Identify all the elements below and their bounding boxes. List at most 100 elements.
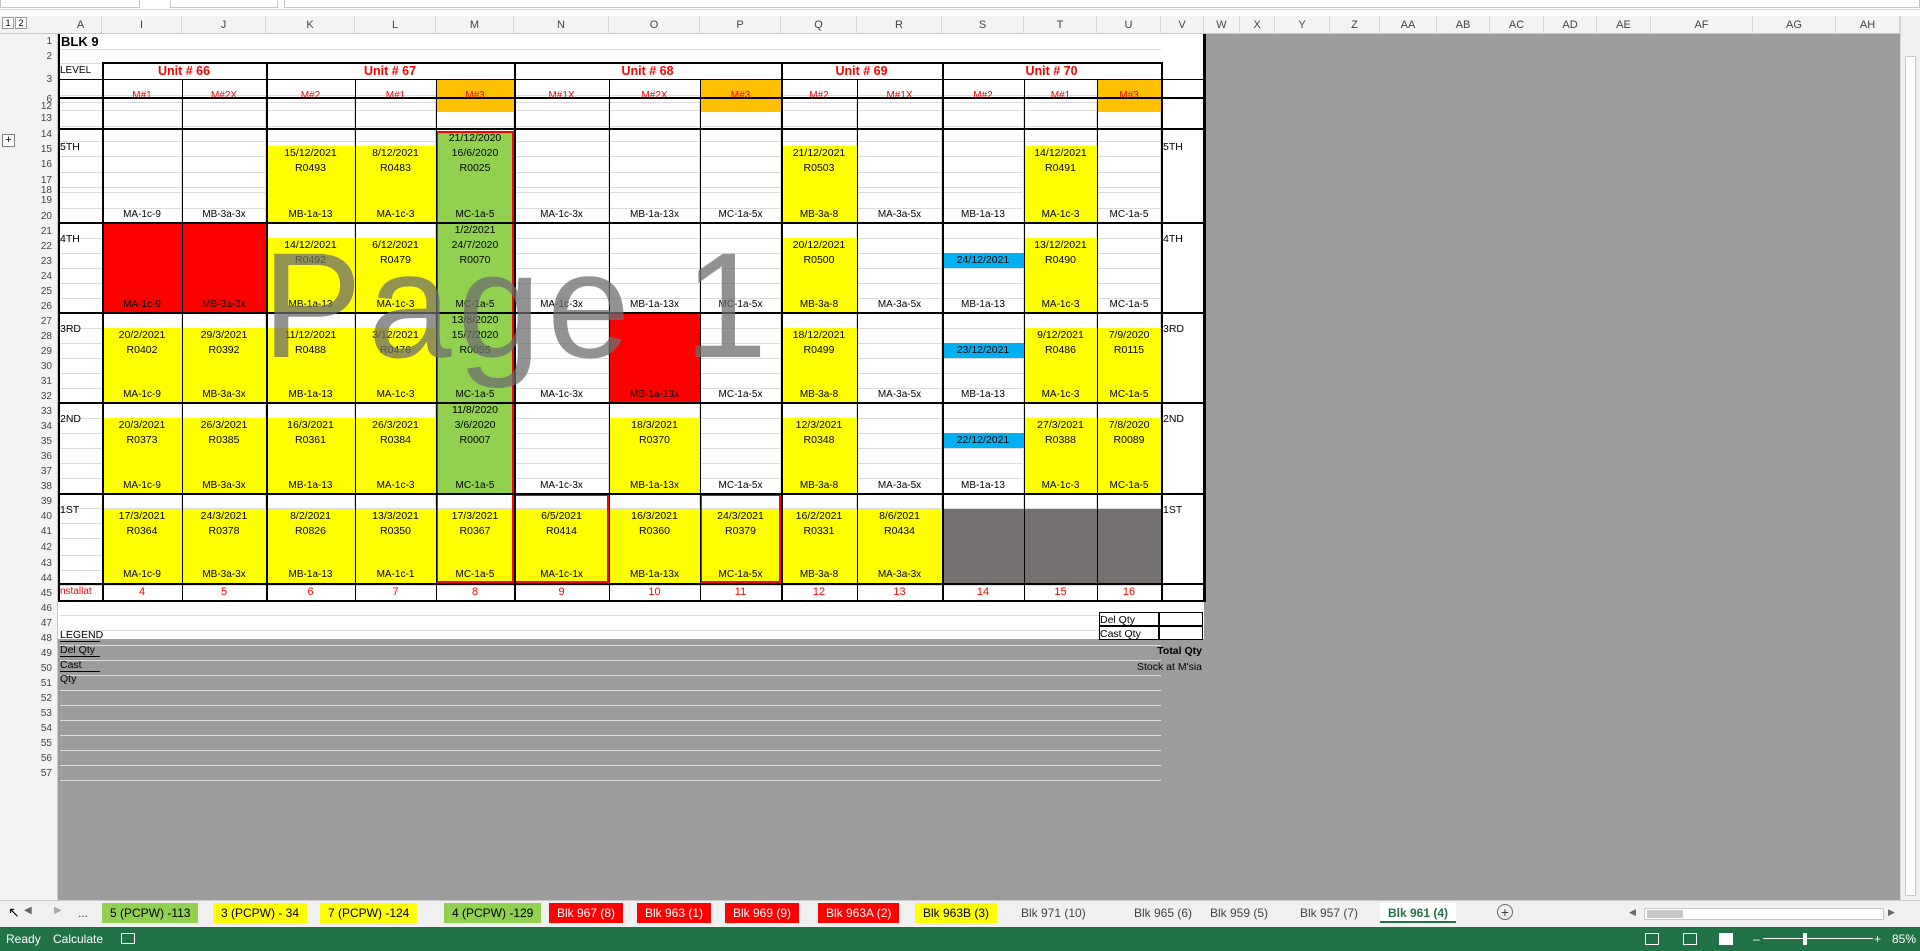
mold-code[interactable]: MB-1a-13 [942, 479, 1024, 493]
row-header[interactable]: 22 [14, 239, 58, 254]
cell-entry[interactable]: 9/12/2021 [1024, 328, 1097, 343]
sheet-tab[interactable]: Blk 971 (10) [1013, 903, 1094, 923]
column-header[interactable]: N [514, 16, 609, 34]
cell-entry[interactable]: 13/3/2021 [355, 509, 436, 524]
cell-entry[interactable]: 8/12/2021 [355, 146, 436, 161]
row-header[interactable]: 42 [14, 539, 58, 556]
mold-code[interactable]: MA-1c-3 [1024, 388, 1097, 402]
column-header[interactable]: AD [1544, 16, 1597, 34]
mold-code[interactable]: MA-1c-3x [514, 208, 609, 222]
row-header[interactable]: 38 [14, 479, 58, 494]
page-break-view-icon[interactable] [1719, 933, 1733, 945]
macro-record-icon[interactable] [121, 933, 135, 944]
row-header[interactable]: 31 [14, 374, 58, 389]
sheet-tab[interactable]: Blk 963B (3) [915, 903, 998, 923]
mold-code[interactable]: MB-3a-8 [781, 568, 857, 582]
row-header[interactable]: 1 [14, 34, 58, 50]
sheet-tab[interactable]: Blk 965 (6) [1126, 903, 1200, 923]
cell-entry[interactable]: R0373 [102, 433, 182, 448]
horizontal-scrollbar[interactable] [1644, 908, 1884, 920]
sheet-tab[interactable]: Blk 959 (5) [1202, 903, 1276, 923]
mold-code[interactable]: MA-1c-3 [355, 208, 436, 222]
mold-code[interactable]: MA-1c-9 [102, 388, 182, 402]
cell-entry[interactable]: 21/12/2021 [781, 146, 857, 161]
name-box[interactable] [0, 0, 140, 8]
cell-entry[interactable]: 18/12/2021 [781, 328, 857, 343]
row-header[interactable]: 19 [14, 193, 58, 209]
mold-code[interactable]: MB-1a-13 [942, 298, 1024, 312]
row-header[interactable]: 14 [14, 127, 58, 142]
mold-code[interactable]: MB-3a-3x [182, 479, 266, 493]
column-header[interactable]: T [1024, 16, 1097, 34]
sheet-tab[interactable]: 3 (PCPW) - 34 [213, 903, 308, 923]
column-header[interactable]: Y [1275, 16, 1330, 34]
cell-entry[interactable]: R0388 [1024, 433, 1097, 448]
row-header[interactable]: 49 [14, 646, 58, 661]
cell-fill[interactable] [1024, 509, 1097, 583]
mold-code[interactable]: MB-3a-8 [781, 479, 857, 493]
mold-code[interactable]: MC-1a-5x [700, 479, 781, 493]
cell-entry[interactable]: R0500 [781, 253, 857, 268]
mold-code[interactable]: MA-1c-3 [355, 479, 436, 493]
mold-code[interactable]: MA-1c-3x [514, 298, 609, 312]
cell-entry[interactable]: R0350 [355, 524, 436, 539]
row-header[interactable]: 13 [14, 111, 58, 127]
hscroll-right-icon[interactable]: ▶ [1888, 907, 1895, 918]
sheet-tab[interactable]: ... [70, 903, 96, 923]
column-header[interactable]: S [942, 16, 1024, 34]
mold-code[interactable]: MA-3a-5x [857, 388, 942, 402]
cell-entry[interactable]: 7/8/2020 [1097, 418, 1161, 433]
column-header[interactable]: J [182, 16, 266, 34]
cell-entry[interactable]: R0348 [781, 433, 857, 448]
cell-entry[interactable]: R0115 [1097, 343, 1161, 358]
row-header[interactable]: 2 [14, 50, 58, 64]
cell-entry[interactable]: R0370 [609, 433, 700, 448]
sheet-tab[interactable]: Blk 963A (2) [818, 903, 900, 923]
column-header[interactable]: AF [1651, 16, 1753, 34]
row-header[interactable]: 56 [14, 751, 58, 766]
row-header[interactable]: 41 [14, 524, 58, 539]
row-header[interactable]: 53 [14, 706, 58, 721]
row-header[interactable]: 35 [14, 434, 58, 449]
mold-code[interactable]: MA-1c-3 [355, 298, 436, 312]
sheet-tab[interactable]: 5 (PCPW) -113 [102, 903, 199, 923]
row-header[interactable]: 27 [14, 314, 58, 329]
hscroll-left-icon[interactable]: ◀ [1629, 907, 1636, 918]
mold-code[interactable]: MB-3a-8 [781, 298, 857, 312]
row-header[interactable]: 45 [14, 586, 58, 601]
column-header[interactable]: AA [1380, 16, 1437, 34]
row-header[interactable]: 55 [14, 736, 58, 751]
cell-entry[interactable]: R0385 [182, 433, 266, 448]
cell-entry[interactable]: 20/12/2021 [781, 238, 857, 253]
row-header[interactable]: 39 [14, 494, 58, 509]
mold-code[interactable]: MB-3a-3x [182, 208, 266, 222]
cell-entry[interactable]: R0360 [609, 524, 700, 539]
row-header[interactable]: 44 [14, 571, 58, 586]
mold-code[interactable]: MB-3a-8 [781, 388, 857, 402]
mold-code[interactable]: MB-1a-13x [609, 479, 700, 493]
mold-code[interactable]: MA-1c-9 [102, 568, 182, 582]
cell-entry[interactable]: R0479 [355, 253, 436, 268]
cell-entry[interactable]: 20/2/2021 [102, 328, 182, 343]
sheet-tab[interactable]: 7 (PCPW) -124 [320, 903, 418, 923]
cell-entry[interactable]: 7/9/2020 [1097, 328, 1161, 343]
column-header[interactable]: P [700, 16, 781, 34]
worksheet-grid[interactable]: BLK 9 LEVEL Unit # 66 Unit # 67 Unit # 68 Uni… [58, 34, 1900, 900]
cell-entry[interactable]: R0364 [102, 524, 182, 539]
mold-code[interactable]: MC-1a-5 [1097, 388, 1161, 402]
zoom-slider-thumb[interactable] [1803, 933, 1807, 945]
mold-code[interactable]: MB-1a-13x [609, 388, 700, 402]
cell-entry[interactable]: 12/3/2021 [781, 418, 857, 433]
vertical-scrollbar[interactable] [1900, 16, 1920, 900]
column-header[interactable]: X [1240, 16, 1275, 34]
column-header[interactable]: AE [1597, 16, 1651, 34]
sheet-tab[interactable]: Blk 963 (1) [637, 903, 712, 923]
mold-code[interactable]: MC-1a-5 [1097, 298, 1161, 312]
mold-code[interactable]: MC-1a-5x [700, 208, 781, 222]
cell-entry[interactable]: R0493 [266, 161, 355, 176]
mold-code[interactable]: MB-3a-8 [781, 208, 857, 222]
column-header[interactable]: AB [1437, 16, 1490, 34]
row-header[interactable]: 46 [14, 601, 58, 616]
mold-code[interactable]: MC-1a-5 [1097, 208, 1161, 222]
row-header[interactable]: 28 [14, 329, 58, 344]
